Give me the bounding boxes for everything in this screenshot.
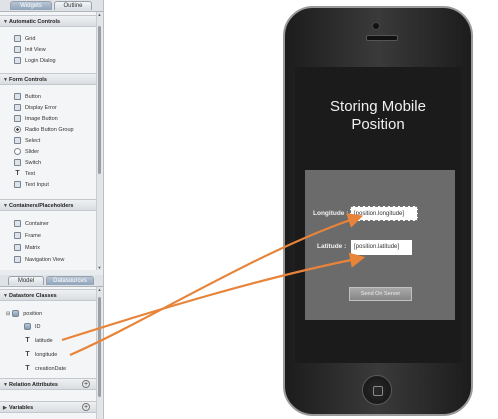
text-attribute-icon: T xyxy=(25,337,30,345)
text-icon: T xyxy=(15,170,20,178)
widget-radio-button-group[interactable]: Radio Button Group xyxy=(14,125,74,135)
error-icon xyxy=(14,104,21,112)
collapse-triangle-icon: ▼ xyxy=(3,382,8,388)
latitude-field[interactable]: [position.latitude] xyxy=(351,240,412,255)
section-containers-placeholders[interactable]: ▼ Containers/Placeholders xyxy=(0,199,96,211)
text-input-icon xyxy=(14,181,21,189)
attribute-creation-date[interactable]: TcreationDate xyxy=(24,364,66,374)
section-form-controls[interactable]: ▼ Form Controls xyxy=(0,73,96,85)
app-title: Storing Mobile Position xyxy=(330,98,426,133)
scrollbar-thumb[interactable] xyxy=(98,297,101,397)
frame-icon xyxy=(14,232,21,240)
widget-frame[interactable]: Frame xyxy=(14,231,41,241)
widget-init-view[interactable]: Init View xyxy=(14,45,46,55)
front-camera-icon xyxy=(372,22,380,30)
send-on-server-button[interactable]: Send On Server xyxy=(349,287,412,301)
matrix-icon xyxy=(14,244,21,252)
tab-datasources[interactable]: Datasources xyxy=(46,276,94,285)
widget-login-dialog[interactable]: Login Dialog xyxy=(14,56,56,66)
widget-text[interactable]: T Text xyxy=(14,169,35,179)
scrollbar-thumb[interactable] xyxy=(98,26,101,174)
widget-button[interactable]: Button xyxy=(14,92,41,102)
latitude-label: Latitude : xyxy=(317,243,347,250)
datasources-scrollbar[interactable]: ▲ xyxy=(96,287,102,419)
collapse-triangle-icon: ▼ xyxy=(3,77,8,83)
widgets-list: ▼ Automatic Controls Grid Init View Logi… xyxy=(0,12,96,270)
widget-slider[interactable]: Slider xyxy=(14,147,39,157)
widget-container[interactable]: Container xyxy=(14,219,49,229)
collapse-triangle-icon: ▼ xyxy=(3,19,8,25)
section-datastore-classes[interactable]: ▼ Datastore Classes xyxy=(0,289,96,301)
attribute-latitude[interactable]: Tlatitude xyxy=(24,336,52,346)
widget-matrix[interactable]: Matrix xyxy=(14,243,40,253)
image-button-icon xyxy=(14,115,21,123)
text-attribute-icon: T xyxy=(25,365,30,373)
database-class-icon xyxy=(12,310,20,318)
home-square-icon xyxy=(373,386,383,396)
longitude-label: Longitude : xyxy=(313,210,349,217)
expand-triangle-icon: ▶ xyxy=(3,405,7,411)
scroll-up-icon[interactable]: ▲ xyxy=(97,12,102,17)
expand-minus-icon[interactable]: ⊟ xyxy=(6,311,10,317)
radio-icon xyxy=(14,126,21,134)
widgets-scrollbar[interactable]: ▲ ▼ xyxy=(96,12,102,270)
slider-icon xyxy=(14,148,21,156)
grid-icon xyxy=(14,35,21,43)
attribute-id[interactable]: ID xyxy=(24,322,41,332)
datastore-class-position[interactable]: ⊟ position xyxy=(6,309,42,319)
earpiece-speaker xyxy=(366,35,398,41)
collapse-triangle-icon: ▼ xyxy=(3,293,8,299)
scroll-up-icon[interactable]: ▲ xyxy=(97,287,102,292)
button-icon xyxy=(14,93,21,101)
key-attribute-icon xyxy=(24,323,31,331)
widget-navigation-view[interactable]: Navigation View xyxy=(14,255,64,265)
container-icon xyxy=(14,220,21,228)
widget-text-input[interactable]: Text Input xyxy=(14,180,49,190)
home-button xyxy=(362,375,392,405)
add-relation-attribute-button[interactable]: + xyxy=(82,380,90,388)
tab-model[interactable]: Model xyxy=(8,276,44,285)
left-panel: Widgets Outline ▼ Automatic Controls Gri… xyxy=(0,0,104,419)
datasources-tabbar: Model Datasources xyxy=(0,275,103,287)
widget-image-button[interactable]: Image Button xyxy=(14,114,58,124)
widget-grid[interactable]: Grid xyxy=(14,34,35,44)
attribute-longitude[interactable]: Tlongitude xyxy=(24,350,57,360)
collapse-triangle-icon: ▼ xyxy=(3,203,8,209)
add-variable-button[interactable]: + xyxy=(82,403,90,411)
widgets-tabbar: Widgets Outline xyxy=(0,0,103,12)
tab-outline[interactable]: Outline xyxy=(54,1,92,10)
login-icon xyxy=(14,57,21,65)
widget-switch[interactable]: Switch xyxy=(14,158,41,168)
scroll-down-icon[interactable]: ▼ xyxy=(97,265,102,270)
navigation-icon xyxy=(14,256,21,264)
widget-display-error[interactable]: Display Error xyxy=(14,103,57,113)
section-automatic-controls[interactable]: ▼ Automatic Controls xyxy=(0,15,96,27)
switch-icon xyxy=(14,159,21,167)
text-attribute-icon: T xyxy=(25,351,30,359)
tab-widgets[interactable]: Widgets xyxy=(10,1,52,10)
view-icon xyxy=(14,46,21,54)
datasources-list: ▼ Datastore Classes ⊟ position ID Tlatitu… xyxy=(0,287,96,419)
longitude-field[interactable]: [position.longitude] xyxy=(350,206,418,221)
select-icon xyxy=(14,137,21,145)
widget-select[interactable]: Select xyxy=(14,136,40,146)
